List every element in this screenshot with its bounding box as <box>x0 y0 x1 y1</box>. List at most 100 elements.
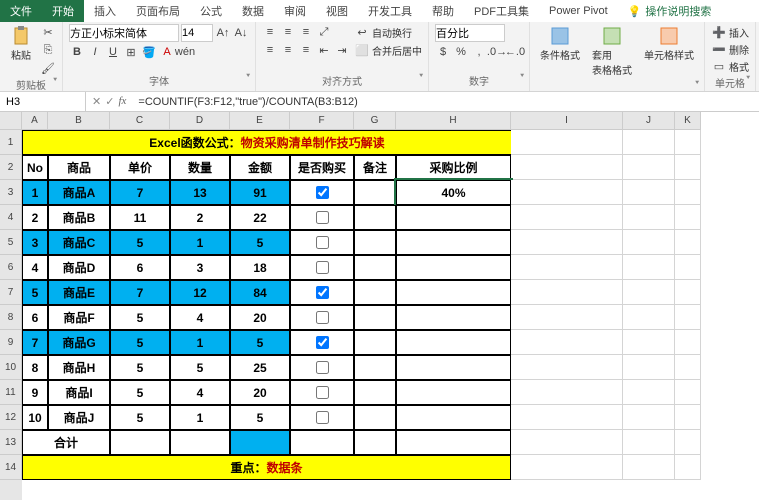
format-painter-button[interactable]: 🖌 <box>40 60 56 76</box>
cell-K5[interactable] <box>675 230 701 255</box>
cell-I5[interactable] <box>511 230 623 255</box>
paste-button[interactable]: 粘贴 <box>6 24 36 64</box>
cell-J6[interactable] <box>623 255 675 280</box>
cell-J8[interactable] <box>623 305 675 330</box>
cell-H7[interactable] <box>396 280 511 305</box>
cell-A10[interactable]: 8 <box>22 355 48 380</box>
buy-checkbox-7[interactable] <box>316 336 329 349</box>
wrap-text-button[interactable]: ↩自动换行 <box>354 24 422 40</box>
buy-checkbox-9[interactable] <box>316 386 329 399</box>
cell-D2[interactable]: 数量 <box>170 155 230 180</box>
cell-I11[interactable] <box>511 380 623 405</box>
cell-I12[interactable] <box>511 405 623 430</box>
cell-B2[interactable]: 商品 <box>48 155 110 180</box>
row-header-1[interactable]: 1 <box>0 130 22 155</box>
cell-C6[interactable]: 6 <box>110 255 170 280</box>
bold-button[interactable]: B <box>69 44 85 60</box>
buy-checkbox-6[interactable] <box>316 311 329 324</box>
cell-F2[interactable]: 是否购买 <box>290 155 354 180</box>
cell-styles-button[interactable]: 单元格样式 <box>640 24 698 64</box>
cell-F13[interactable] <box>290 430 354 455</box>
row-header-7[interactable]: 7 <box>0 280 22 305</box>
row-header-13[interactable]: 13 <box>0 430 22 455</box>
cell-D6[interactable]: 3 <box>170 255 230 280</box>
select-all-corner[interactable] <box>0 112 22 130</box>
cell-A2[interactable]: No <box>22 155 48 180</box>
cell-H11[interactable] <box>396 380 511 405</box>
cell-J2[interactable] <box>623 155 675 180</box>
cell-K14[interactable] <box>675 455 701 480</box>
name-box[interactable]: H3 <box>0 92 86 111</box>
cell-D11[interactable]: 4 <box>170 380 230 405</box>
tab-layout[interactable]: 页面布局 <box>126 0 190 22</box>
tab-home[interactable]: 开始 <box>42 0 84 22</box>
cell-K11[interactable] <box>675 380 701 405</box>
cell-C12[interactable]: 5 <box>110 405 170 430</box>
cell-B6[interactable]: 商品D <box>48 255 110 280</box>
cell-B12[interactable]: 商品J <box>48 405 110 430</box>
col-header-G[interactable]: G <box>354 112 396 130</box>
cell-J13[interactable] <box>623 430 675 455</box>
cell-G13[interactable] <box>354 430 396 455</box>
cell-B8[interactable]: 商品F <box>48 305 110 330</box>
phonetic-button[interactable]: wén <box>177 44 193 60</box>
cell-C4[interactable]: 11 <box>110 205 170 230</box>
buy-checkbox-8[interactable] <box>316 361 329 374</box>
row-header-6[interactable]: 6 <box>0 255 22 280</box>
cell-A13[interactable]: 合计 <box>22 430 110 455</box>
cell-I9[interactable] <box>511 330 623 355</box>
formula-input[interactable]: =COUNTIF(F3:F12,"true")/COUNTA(B3:B12) <box>132 96 759 108</box>
buy-checkbox-5[interactable] <box>316 286 329 299</box>
inc-decimal-button[interactable]: .0→ <box>489 44 505 60</box>
font-color-button[interactable]: A <box>159 44 175 60</box>
cell-H5[interactable] <box>396 230 511 255</box>
col-header-F[interactable]: F <box>290 112 354 130</box>
cell-I2[interactable] <box>511 155 623 180</box>
cell-C9[interactable]: 5 <box>110 330 170 355</box>
tab-file[interactable]: 文件 <box>0 0 42 22</box>
tab-pdf[interactable]: PDF工具集 <box>464 0 539 22</box>
cell-E2[interactable]: 金额 <box>230 155 290 180</box>
cell-C3[interactable]: 7 <box>110 180 170 205</box>
tab-powerpivot[interactable]: Power Pivot <box>539 0 618 22</box>
cell-A5[interactable]: 3 <box>22 230 48 255</box>
cells-area[interactable]: Excel函数公式：物资采购清单制作技巧解读No商品单价数量金额是否购买备注采购… <box>22 130 759 480</box>
cell-C2[interactable]: 单价 <box>110 155 170 180</box>
cell-D4[interactable]: 2 <box>170 205 230 230</box>
percent-button[interactable]: % <box>453 44 469 60</box>
cell-I6[interactable] <box>511 255 623 280</box>
cell-F7[interactable] <box>290 280 354 305</box>
cancel-formula-icon[interactable]: ✕ <box>92 95 101 108</box>
cell-G5[interactable] <box>354 230 396 255</box>
cell-K2[interactable] <box>675 155 701 180</box>
row-header-5[interactable]: 5 <box>0 230 22 255</box>
cell-G11[interactable] <box>354 380 396 405</box>
cell-B4[interactable]: 商品B <box>48 205 110 230</box>
cell-J7[interactable] <box>623 280 675 305</box>
cell-K4[interactable] <box>675 205 701 230</box>
row-header-2[interactable]: 2 <box>0 155 22 180</box>
format-cells-button[interactable]: ▭格式 <box>711 58 749 74</box>
row-header-12[interactable]: 12 <box>0 405 22 430</box>
col-header-D[interactable]: D <box>170 112 230 130</box>
col-header-I[interactable]: I <box>511 112 623 130</box>
currency-button[interactable]: $ <box>435 44 451 60</box>
cell-G2[interactable]: 备注 <box>354 155 396 180</box>
cell-K1[interactable] <box>675 130 701 155</box>
cell-H13[interactable] <box>396 430 511 455</box>
cell-C8[interactable]: 5 <box>110 305 170 330</box>
cell-H6[interactable] <box>396 255 511 280</box>
tab-review[interactable]: 审阅 <box>274 0 316 22</box>
conditional-format-button[interactable]: 条件格式 <box>536 24 584 64</box>
cell-G10[interactable] <box>354 355 396 380</box>
cell-K10[interactable] <box>675 355 701 380</box>
row-header-3[interactable]: 3 <box>0 180 22 205</box>
cell-D13[interactable] <box>170 430 230 455</box>
cell-E8[interactable]: 20 <box>230 305 290 330</box>
cell-C13[interactable] <box>110 430 170 455</box>
cell-K8[interactable] <box>675 305 701 330</box>
cell-A7[interactable]: 5 <box>22 280 48 305</box>
col-header-E[interactable]: E <box>230 112 290 130</box>
cell-J3[interactable] <box>623 180 675 205</box>
col-header-J[interactable]: J <box>623 112 675 130</box>
